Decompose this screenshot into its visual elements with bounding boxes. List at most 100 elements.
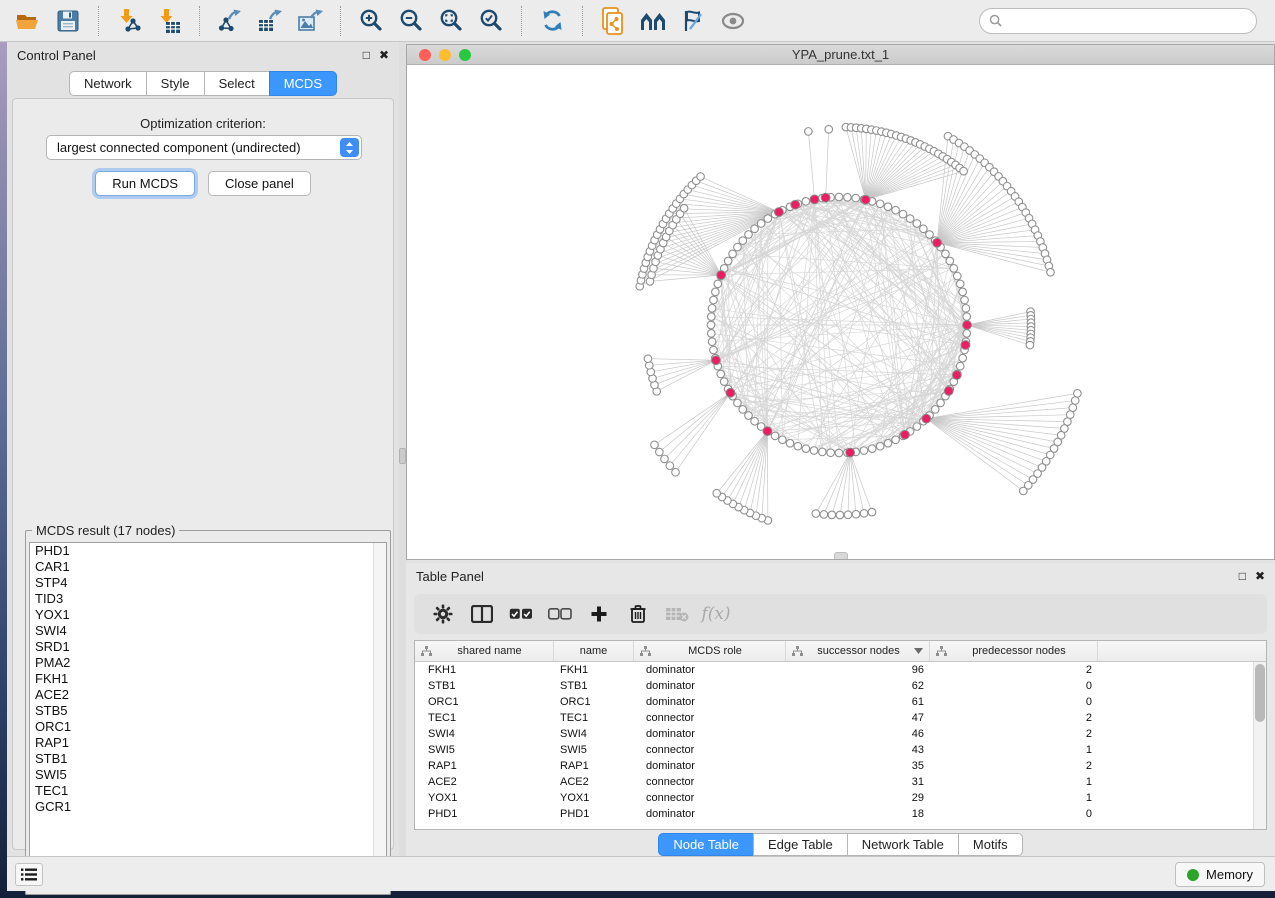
table-cell[interactable]: 0 [930, 680, 1098, 692]
table-cell[interactable]: 0 [930, 808, 1098, 820]
mcds-result-item[interactable]: SWI5 [30, 767, 386, 783]
table-cell[interactable]: ORC1 [554, 696, 634, 708]
table-cell[interactable]: 2 [930, 712, 1098, 724]
table-cell[interactable]: ACE2 [415, 776, 554, 788]
mcds-result-item[interactable]: STB1 [30, 751, 386, 767]
table-cell[interactable]: ACE2 [554, 776, 634, 788]
table-cell[interactable]: FKH1 [554, 664, 634, 676]
table-cell[interactable]: 35 [786, 760, 930, 772]
table-cell[interactable]: 31 [786, 776, 930, 788]
table-settings-button[interactable] [428, 599, 458, 629]
table-cell[interactable]: SWI4 [554, 728, 634, 740]
zoom-selected-button[interactable] [474, 4, 508, 38]
zoom-in-button[interactable] [354, 4, 388, 38]
table-cell[interactable]: 2 [930, 664, 1098, 676]
table-row[interactable]: YOX1YOX1connector291 [415, 790, 1266, 806]
table-row[interactable]: SWI5SWI5connector431 [415, 742, 1266, 758]
table-cell[interactable]: dominator [634, 760, 786, 772]
export-image-button[interactable] [293, 4, 327, 38]
float-panel-icon[interactable]: □ [1239, 570, 1246, 582]
table-row[interactable]: ACE2ACE2connector311 [415, 774, 1266, 790]
table-cell[interactable]: dominator [634, 808, 786, 820]
table-cell[interactable]: PHD1 [415, 808, 554, 820]
table-row[interactable]: FKH1FKH1dominator962 [415, 662, 1266, 678]
export-network-button[interactable] [213, 4, 247, 38]
tab-style[interactable]: Style [146, 71, 205, 96]
task-history-button[interactable] [15, 863, 43, 886]
table-cell[interactable]: 43 [786, 744, 930, 756]
search-input[interactable] [1008, 14, 1247, 28]
search-field[interactable] [979, 8, 1257, 34]
canvas-splitter-handle[interactable] [834, 552, 848, 559]
table-row[interactable]: STB1STB1dominator620 [415, 678, 1266, 694]
mcds-result-item[interactable]: TEC1 [30, 783, 386, 799]
hide-selected-button[interactable] [676, 4, 710, 38]
mcds-result-item[interactable]: TID3 [30, 591, 386, 607]
function-builder-button[interactable]: f(x) [701, 599, 731, 629]
table-scrollbar[interactable] [1253, 662, 1266, 830]
column-header-successor-nodes[interactable]: successor nodes [786, 641, 930, 661]
table-cell[interactable]: 62 [786, 680, 930, 692]
table-cell[interactable]: YOX1 [554, 792, 634, 804]
table-cell[interactable]: STB1 [415, 680, 554, 692]
mcds-result-item[interactable]: SWI4 [30, 623, 386, 639]
show-all-button[interactable] [716, 4, 750, 38]
mcds-result-item[interactable]: STP4 [30, 575, 386, 591]
table-row[interactable]: RAP1RAP1dominator352 [415, 758, 1266, 774]
memory-button[interactable]: Memory [1175, 862, 1265, 887]
tab-edge-table[interactable]: Edge Table [753, 833, 848, 856]
table-cell[interactable]: RAP1 [415, 760, 554, 772]
mcds-result-item[interactable]: GCR1 [30, 799, 386, 815]
table-cell[interactable]: 18 [786, 808, 930, 820]
table-cell[interactable]: SWI5 [554, 744, 634, 756]
table-cell[interactable]: connector [634, 792, 786, 804]
table-cell[interactable]: FKH1 [415, 664, 554, 676]
table-cell[interactable]: dominator [634, 696, 786, 708]
table-cell[interactable]: YOX1 [415, 792, 554, 804]
table-cell[interactable]: STB1 [554, 680, 634, 692]
criterion-dropdown[interactable]: largest connected component (undirected) [46, 135, 362, 160]
table-scrollbar-thumb[interactable] [1255, 664, 1265, 722]
table-cell[interactable]: SWI5 [415, 744, 554, 756]
table-cell[interactable]: 1 [930, 776, 1098, 788]
save-session-button[interactable] [51, 4, 85, 38]
import-network-button[interactable] [112, 4, 146, 38]
open-session-button[interactable] [11, 4, 45, 38]
mcds-result-item[interactable]: RAP1 [30, 735, 386, 751]
tab-motifs[interactable]: Motifs [958, 833, 1023, 856]
table-cell[interactable]: PHD1 [554, 808, 634, 820]
network-window-titlebar[interactable]: YPA_prune.txt_1 [407, 45, 1274, 65]
tab-node-table[interactable]: Node Table [658, 833, 754, 856]
mcds-result-item[interactable]: ORC1 [30, 719, 386, 735]
table-row[interactable]: SWI4SWI4dominator462 [415, 726, 1266, 742]
select-all-columns-button[interactable] [506, 599, 536, 629]
mcds-result-item[interactable]: CAR1 [30, 559, 386, 575]
table-cell[interactable]: 2 [930, 760, 1098, 772]
refresh-layout-button[interactable] [535, 4, 569, 38]
table-cell[interactable]: 1 [930, 744, 1098, 756]
table-cell[interactable]: 1 [930, 792, 1098, 804]
float-panel-icon[interactable]: □ [363, 49, 370, 61]
table-cell[interactable]: TEC1 [415, 712, 554, 724]
table-row[interactable]: PHD1PHD1dominator180 [415, 806, 1266, 822]
table-cell[interactable]: dominator [634, 728, 786, 740]
mcds-result-item[interactable]: SRD1 [30, 639, 386, 655]
mcds-result-item[interactable]: PMA2 [30, 655, 386, 671]
tab-network-table[interactable]: Network Table [847, 833, 959, 856]
zoom-out-button[interactable] [394, 4, 428, 38]
mcds-result-list[interactable]: PHD1CAR1STP4TID3YOX1SWI4SRD1PMA2FKH1ACE2… [29, 542, 387, 891]
delete-column-button[interactable] [623, 599, 653, 629]
table-cell[interactable]: TEC1 [554, 712, 634, 724]
table-cell[interactable]: 47 [786, 712, 930, 724]
export-table-button[interactable] [253, 4, 287, 38]
table-cell[interactable]: connector [634, 744, 786, 756]
table-cell[interactable]: ORC1 [415, 696, 554, 708]
tab-mcds[interactable]: MCDS [269, 71, 337, 96]
mcds-result-item[interactable]: PHD1 [30, 543, 386, 559]
show-column-panel-button[interactable] [467, 599, 497, 629]
column-header-predecessor-nodes[interactable]: predecessor nodes [930, 641, 1098, 661]
zoom-fit-button[interactable] [434, 4, 468, 38]
table-cell[interactable]: 2 [930, 728, 1098, 740]
vertical-splitter[interactable] [399, 42, 406, 856]
mcds-result-item[interactable]: STB5 [30, 703, 386, 719]
